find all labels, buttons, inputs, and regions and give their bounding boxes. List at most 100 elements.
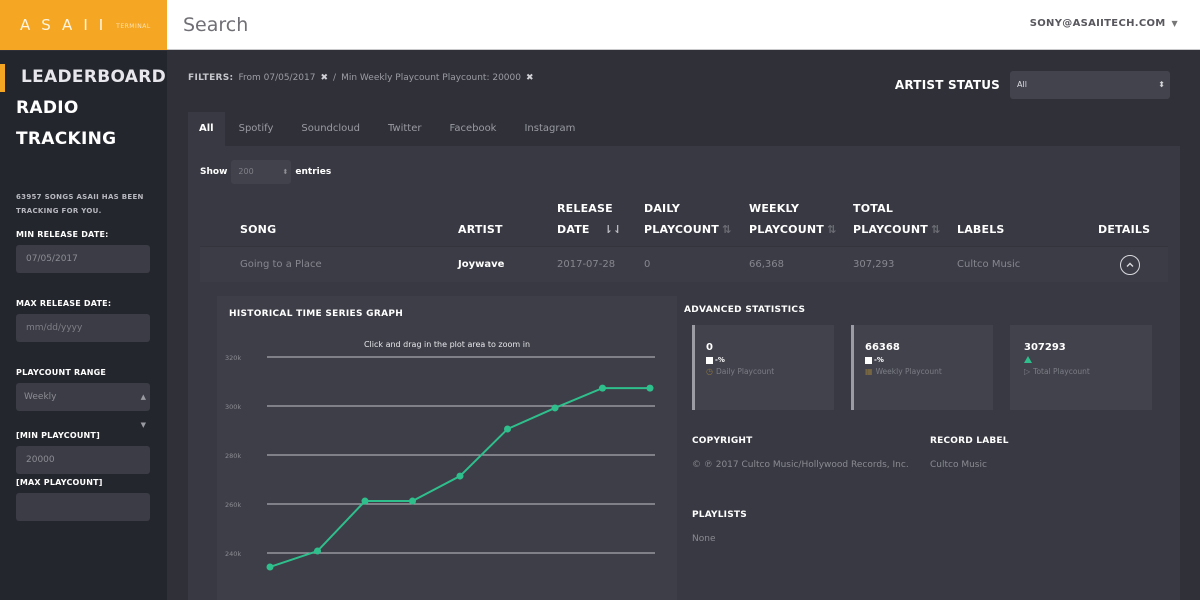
min-release-date-label: MIN RELEASE DATE: (16, 230, 109, 239)
clock-icon: ◷ (706, 367, 713, 376)
artist-status-value: All (1017, 80, 1027, 89)
time-series-chart[interactable]: Click and drag in the plot area to zoom … (217, 296, 677, 600)
playlists-label: PLAYLISTS (692, 510, 747, 520)
stat-label-text: Daily Playcount (715, 367, 775, 376)
y-tick-label: 300k (225, 403, 241, 411)
select-arrows-icon: ⬍ (282, 168, 289, 176)
sidebar: LEADERBOARD RADIO TRACKING 63957 SONGS A… (0, 51, 167, 600)
column-header-daily-playcount[interactable]: DAILY PLAYCOUNT ⇅ (644, 198, 731, 240)
user-email: SONY@ASAIITECH.COM (1029, 18, 1166, 29)
brand-subtitle: TERMINAL (116, 22, 151, 30)
column-header-label: WEEKLY (749, 202, 800, 215)
sort-icon[interactable]: ⇅ (722, 223, 731, 236)
y-tick-label: 240k (225, 550, 241, 558)
tab-soundcloud[interactable]: Soundcloud (287, 112, 374, 146)
column-header-total-playcount[interactable]: TOTAL PLAYCOUNT ⇅ (853, 198, 940, 240)
tab-spotify[interactable]: Spotify (225, 112, 288, 146)
active-filters: FILTERS: From 07/05/2017 ✖ / Min Weekly … (188, 73, 534, 83)
column-header-label: PLAYCOUNT (853, 223, 928, 236)
column-header-label: PLAYCOUNT (644, 223, 719, 236)
max-release-date-input[interactable] (16, 314, 150, 342)
search-input[interactable] (183, 10, 783, 40)
data-point (504, 425, 511, 433)
sort-icon[interactable]: ⇅ (827, 223, 836, 236)
select-arrows-icon: ▲ ▼ (140, 393, 146, 429)
tab-facebook[interactable]: Facebook (435, 112, 510, 146)
tab-all[interactable]: All (188, 112, 225, 146)
playcount-range-value: Weekly (24, 392, 57, 402)
artist-status-label: ARTIST STATUS (894, 78, 1000, 92)
column-header-details: DETAILS (1098, 219, 1150, 240)
sort-desc-icon[interactable]: ⇂⇃ (604, 223, 623, 236)
remove-filter-icon[interactable]: ✖ (321, 73, 329, 83)
stat-change-text: -% (874, 356, 884, 364)
artist-status-select[interactable]: All ⬍ (1010, 71, 1170, 99)
remove-filter-icon[interactable]: ✖ (526, 73, 534, 83)
artist-status-filter: ARTIST STATUS All ⬍ (895, 71, 1170, 99)
tab-instagram[interactable]: Instagram (510, 112, 589, 146)
leaderboard-panel: Show 200 ⬍ entries SONG ARTIST RELEASE D… (188, 146, 1180, 600)
platform-tabs: All Spotify Soundcloud Twitter Facebook … (188, 112, 589, 146)
playcount-range-select[interactable]: Weekly ▲ ▼ (16, 383, 150, 429)
y-tick-label: 320k (225, 354, 241, 362)
change-indicator-icon (706, 356, 713, 364)
column-header-release-date[interactable]: RELEASE DATE ⇂⇃ (557, 198, 622, 240)
collapse-details-button[interactable] (1120, 255, 1140, 275)
sidebar-item-tracking[interactable]: TRACKING (0, 124, 167, 155)
stat-card-total: 307293 ▷ Total Playcount (1010, 325, 1152, 410)
songs-tracked-note: 63957 SONGS ASAII HAS BEEN TRACKING FOR … (16, 193, 144, 215)
data-point (266, 563, 274, 571)
sidebar-item-leaderboard[interactable]: LEADERBOARD (0, 62, 167, 93)
cell-release-date: 2017-07-28 (557, 259, 616, 270)
cell-song[interactable]: Going to a Place (240, 247, 322, 283)
cell-daily-playcount: 0 (644, 259, 651, 270)
max-playcount-label: [MAX PLAYCOUNT] (16, 478, 103, 487)
column-header-label: DETAILS (1098, 223, 1151, 236)
table-header: SONG ARTIST RELEASE DATE ⇂⇃ DAILY PLAYCOU… (200, 196, 1168, 246)
column-header-labels[interactable]: LABELS (957, 219, 1005, 240)
tab-twitter[interactable]: Twitter (374, 112, 436, 146)
show-label: Show (200, 167, 228, 177)
min-release-date-input[interactable] (16, 245, 150, 273)
column-header-label: PLAYCOUNT (749, 223, 824, 236)
stat-value: 0 (706, 342, 713, 353)
stat-accent-bar (851, 325, 854, 410)
copyright-label: COPYRIGHT (692, 436, 753, 446)
cell-artist[interactable]: Joywave (458, 247, 504, 283)
user-menu[interactable]: SONY@ASAIITECH.COM ▼ (1030, 18, 1178, 29)
max-release-date-label: MAX RELEASE DATE: (16, 299, 112, 308)
chevron-up-icon (1126, 262, 1134, 267)
copyright-value: © ℗ 2017 Cultco Music/Hollywood Records,… (692, 460, 909, 470)
min-playcount-input[interactable] (16, 446, 150, 474)
brand-name: ASAII (20, 16, 115, 34)
stat-card-daily: 0 -% ◷ Daily Playcount (692, 325, 834, 410)
sort-icon[interactable]: ⇅ (931, 223, 940, 236)
stat-accent-bar (692, 325, 695, 410)
column-header-label: SONG (240, 223, 277, 236)
historical-graph-card: HISTORICAL TIME SERIES GRAPH Click and d… (217, 296, 677, 600)
songs-table: SONG ARTIST RELEASE DATE ⇂⇃ DAILY PLAYCOU… (200, 196, 1168, 282)
max-playcount-input[interactable] (16, 493, 150, 521)
chart-subtitle: Click and drag in the plot area to zoom … (364, 340, 530, 349)
entries-per-page-select[interactable]: 200 ⬍ (231, 160, 292, 184)
min-playcount-label: [MIN PLAYCOUNT] (16, 431, 100, 440)
stat-change: -% (706, 356, 725, 364)
filters-title: FILTERS: (188, 73, 234, 83)
show-entries: Show 200 ⬍ entries (200, 160, 331, 184)
advanced-statistics-title: ADVANCED STATISTICS (684, 305, 806, 315)
column-header-song[interactable]: SONG (240, 219, 276, 240)
column-header-label: RELEASE (557, 202, 613, 215)
calendar-icon: ▦ (865, 367, 873, 376)
table-row[interactable]: Going to a Place Joywave 2017-07-28 0 66… (200, 246, 1168, 282)
stat-label: ▦ Weekly Playcount (865, 367, 942, 376)
entries-label: entries (295, 167, 332, 177)
playlists-value: None (692, 534, 716, 544)
sidebar-item-radio[interactable]: RADIO (0, 93, 167, 124)
main-content: FILTERS: From 07/05/2017 ✖ / Min Weekly … (167, 51, 1200, 600)
column-header-artist[interactable]: ARTIST (458, 219, 503, 240)
top-bar: ASAII TERMINAL SONY@ASAIITECH.COM ▼ (0, 0, 1200, 50)
stat-change-text: -% (715, 356, 725, 364)
brand-logo[interactable]: ASAII TERMINAL (0, 0, 167, 50)
column-header-weekly-playcount[interactable]: WEEKLY PLAYCOUNT ⇅ (749, 198, 836, 240)
stat-label: ▷ Total Playcount (1024, 367, 1090, 376)
